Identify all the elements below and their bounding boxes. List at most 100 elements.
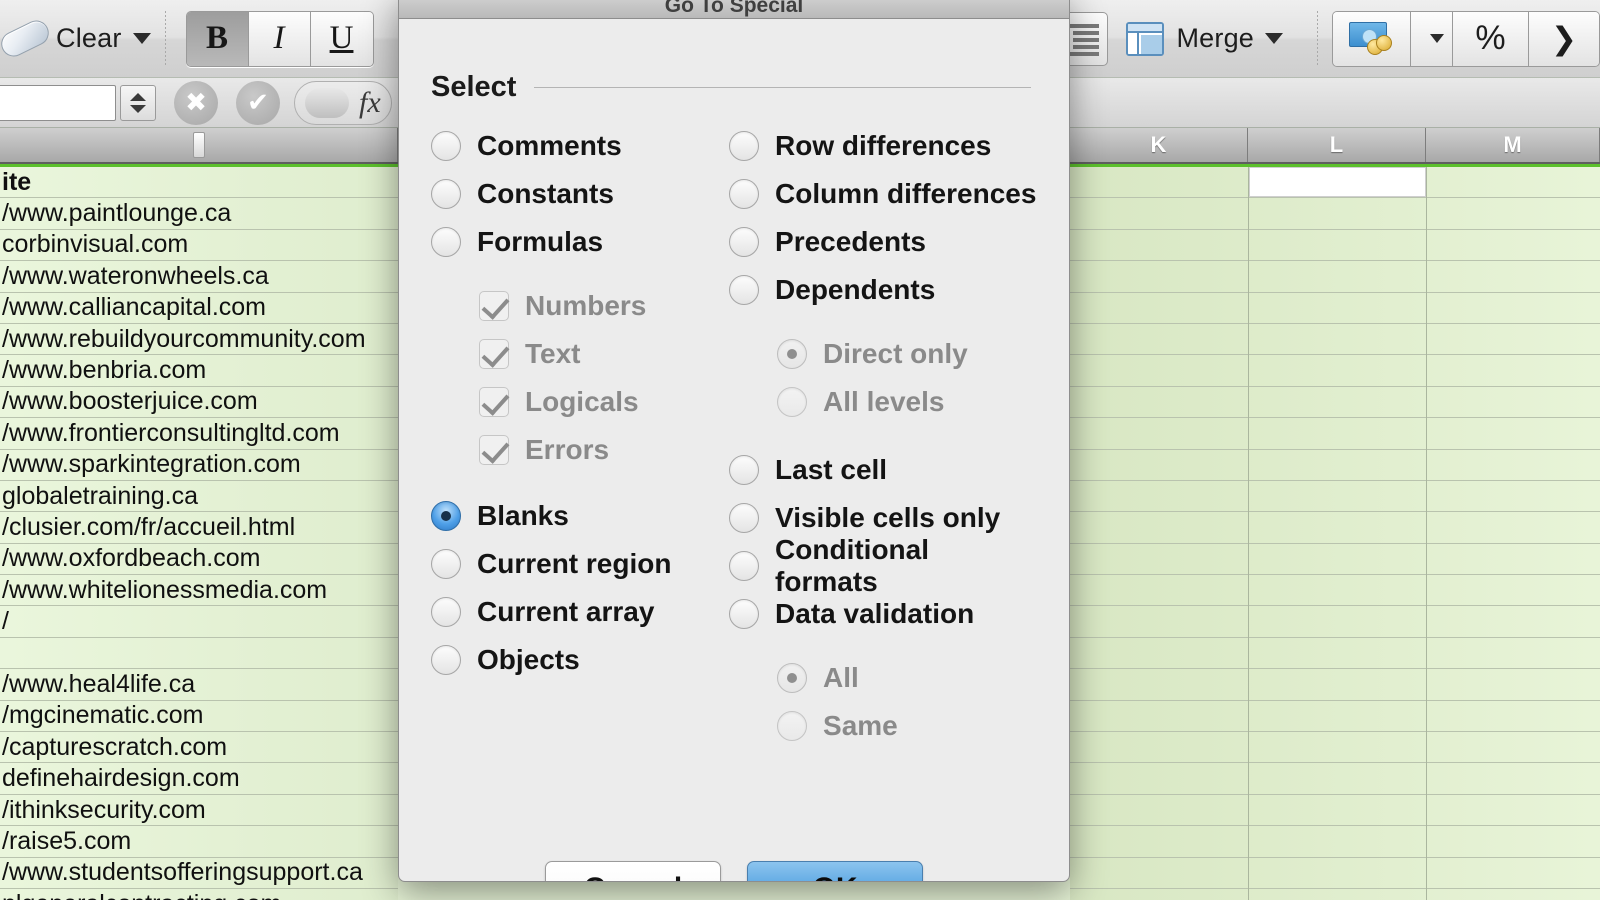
radio-dependents[interactable] [729,275,759,305]
sheet-row[interactable] [1070,355,1600,386]
radio-current-array[interactable] [431,597,461,627]
underline-button[interactable]: U [311,12,373,66]
radio-column-differences[interactable] [729,179,759,209]
option-conditional-formats[interactable]: Conditional formats [729,542,1037,590]
checkbox-errors[interactable] [479,435,509,465]
sheet-row[interactable]: /www.frontierconsultingltd.com [0,418,398,449]
sheet-row[interactable]: nlgeneralcontracting.com [0,889,398,900]
radio-comments[interactable] [431,131,461,161]
sheet-row[interactable] [1070,261,1600,292]
selected-cell[interactable] [1249,167,1426,197]
sheet-row[interactable] [1070,638,1600,669]
accept-entry-icon[interactable]: ✔ [236,81,280,125]
column-header-M[interactable]: M [1426,128,1600,162]
sheet-row[interactable]: globaletraining.ca [0,481,398,512]
ok-button[interactable]: OK [747,861,923,882]
sheet-row[interactable]: /www.heal4life.ca [0,669,398,700]
radio-objects[interactable] [431,645,461,675]
currency-button[interactable] [1333,12,1411,66]
sheet-row[interactable]: /www.studentsofferingsupport.ca [0,858,398,889]
sheet-row[interactable] [1070,544,1600,575]
percent-button[interactable]: % [1453,12,1529,66]
option-dependents[interactable]: Dependents [729,266,1037,314]
cancel-button[interactable]: Cancel [545,861,721,882]
option-all[interactable]: All [777,654,1037,702]
sheet-row[interactable] [1070,481,1600,512]
radio-same[interactable] [777,711,807,741]
cancel-entry-icon[interactable]: ✖ [174,81,218,125]
option-row-differences[interactable]: Row differences [729,122,1037,170]
option-objects[interactable]: Objects [431,636,729,684]
sheet-row[interactable]: /www.boosterjuice.com [0,387,398,418]
sheet-row[interactable] [1070,230,1600,261]
sheet-row[interactable] [1070,732,1600,763]
sheet-row[interactable] [1070,606,1600,637]
checkbox-numbers[interactable] [479,291,509,321]
grid-columns-klm[interactable] [1070,167,1600,900]
sheet-row[interactable]: corbinvisual.com [0,230,398,261]
sheet-row[interactable]: /ithinksecurity.com [0,795,398,826]
bold-button[interactable]: B [187,12,249,66]
radio-all[interactable] [777,663,807,693]
radio-precedents[interactable] [729,227,759,257]
sheet-row[interactable] [1070,795,1600,826]
column-header-K[interactable]: K [1070,128,1248,162]
merge-chevron-down-icon[interactable] [1265,33,1283,44]
sheet-row[interactable]: /www.sparkintegration.com [0,450,398,481]
option-current-region[interactable]: Current region [431,540,729,588]
option-text[interactable]: Text [479,330,729,378]
option-comments[interactable]: Comments [431,122,729,170]
option-numbers[interactable]: Numbers [479,282,729,330]
sheet-row[interactable] [1070,889,1600,900]
option-constants[interactable]: Constants [431,170,729,218]
option-direct-only[interactable]: Direct only [777,330,1037,378]
option-logicals[interactable]: Logicals [479,378,729,426]
sheet-row[interactable] [1070,826,1600,857]
sheet-row[interactable]: /www.paintlounge.ca [0,198,398,229]
radio-direct-only[interactable] [777,339,807,369]
radio-blanks[interactable] [431,501,461,531]
column-resize-handle[interactable] [193,132,205,158]
checkbox-logicals[interactable] [479,387,509,417]
name-box-stepper[interactable] [120,85,156,121]
sheet-row[interactable] [1070,575,1600,606]
radio-conditional-formats[interactable] [729,551,759,581]
sheet-row[interactable]: /www.calliancapital.com [0,293,398,324]
currency-dropdown-button[interactable] [1411,12,1453,66]
radio-all-levels[interactable] [777,387,807,417]
option-blanks[interactable]: Blanks [431,492,729,540]
sheet-row[interactable] [1070,198,1600,229]
comma-style-button[interactable]: ❯ [1529,12,1599,66]
sheet-row[interactable]: /www.wateronwheels.ca [0,261,398,292]
sheet-row[interactable] [1070,418,1600,449]
chevron-down-icon[interactable] [133,33,151,44]
column-header-L[interactable]: L [1248,128,1426,162]
sheet-row[interactable] [1070,450,1600,481]
radio-last-cell[interactable] [729,455,759,485]
option-current-array[interactable]: Current array [431,588,729,636]
sheet-row[interactable]: / [0,606,398,637]
italic-button[interactable]: I [249,12,311,66]
radio-data-validation[interactable] [729,599,759,629]
grid-column-i[interactable]: ite/www.paintlounge.cacorbinvisual.com/w… [0,167,398,900]
sheet-row[interactable]: definehairdesign.com [0,763,398,794]
sheet-row[interactable]: /mgcinematic.com [0,701,398,732]
sheet-row[interactable]: /www.oxfordbeach.com [0,544,398,575]
name-box[interactable] [0,85,116,121]
option-precedents[interactable]: Precedents [729,218,1037,266]
radio-current-region[interactable] [431,549,461,579]
sheet-row[interactable] [1070,324,1600,355]
sheet-row[interactable]: /www.benbria.com [0,355,398,386]
option-last-cell[interactable]: Last cell [729,446,1037,494]
sheet-row[interactable]: /raise5.com [0,826,398,857]
clear-button-label[interactable]: Clear [56,23,122,54]
option-formulas[interactable]: Formulas [431,218,729,266]
merge-button-label[interactable]: Merge [1176,23,1254,54]
sheet-row[interactable]: /capturescratch.com [0,732,398,763]
sheet-row[interactable]: /www.whitelionessmedia.com [0,575,398,606]
sheet-row[interactable] [1070,387,1600,418]
sheet-row[interactable] [1070,858,1600,889]
sheet-row[interactable] [1070,669,1600,700]
option-all-levels[interactable]: All levels [777,378,1037,426]
radio-visible-cells-only[interactable] [729,503,759,533]
